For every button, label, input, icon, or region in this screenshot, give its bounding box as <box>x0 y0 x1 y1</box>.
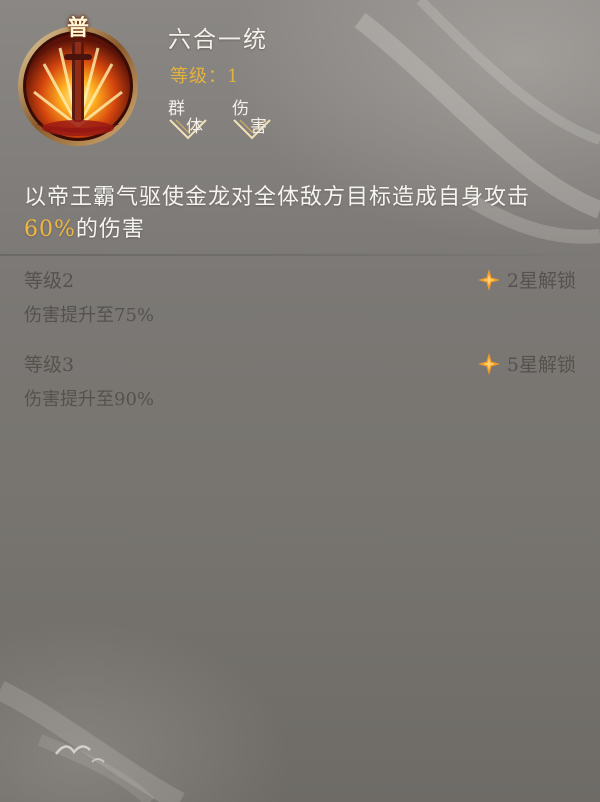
skill-detail-panel: 普 六合一统 等级：1 群 体 伤 害 以帝王霸气驱使金龙对全体敌方目标造成自身… <box>0 0 600 802</box>
tag-char-2: 体 <box>186 117 203 137</box>
star-spark-icon <box>477 352 500 375</box>
unlock-text: 2星解锁 <box>506 270 576 292</box>
unlock-text: 5星解锁 <box>506 354 576 376</box>
unlock-requirement: 2星解锁 <box>477 266 576 293</box>
skill-name: 六合一统 <box>168 27 268 53</box>
unlock-requirement: 5星解锁 <box>477 350 576 377</box>
upgrade-row: 等级2 伤害提升至75% 2星解锁 <box>24 266 576 327</box>
skill-tag-damage: 伤 害 <box>230 94 274 140</box>
divider <box>0 254 600 256</box>
skill-tag-aoe: 群 体 <box>166 94 210 140</box>
description-text: 以帝王霸气驱使金龙对全体敌方目标造成自身攻击 <box>24 185 531 210</box>
quality-badge: 普 <box>66 15 89 41</box>
tag-char-2: 害 <box>250 117 267 137</box>
upgrade-effect: 伤害提升至90% <box>24 389 155 410</box>
description-value: 60% <box>24 217 76 242</box>
upgrade-effect: 伤害提升至75% <box>24 305 155 326</box>
skill-icon: 普 <box>14 15 142 148</box>
skill-description: 以帝王霸气驱使金龙对全体敌方目标造成自身攻击 60%的伤害 <box>24 182 572 246</box>
upgrade-row: 等级3 伤害提升至90% 5星解锁 <box>24 350 576 411</box>
tag-char-1: 伤 <box>232 99 249 119</box>
bird-silhouette-icon <box>55 745 105 763</box>
star-spark-icon <box>477 268 500 291</box>
tag-char-1: 群 <box>168 99 185 119</box>
skill-level: 等级：1 <box>170 66 240 87</box>
description-suffix: 的伤害 <box>75 217 145 242</box>
